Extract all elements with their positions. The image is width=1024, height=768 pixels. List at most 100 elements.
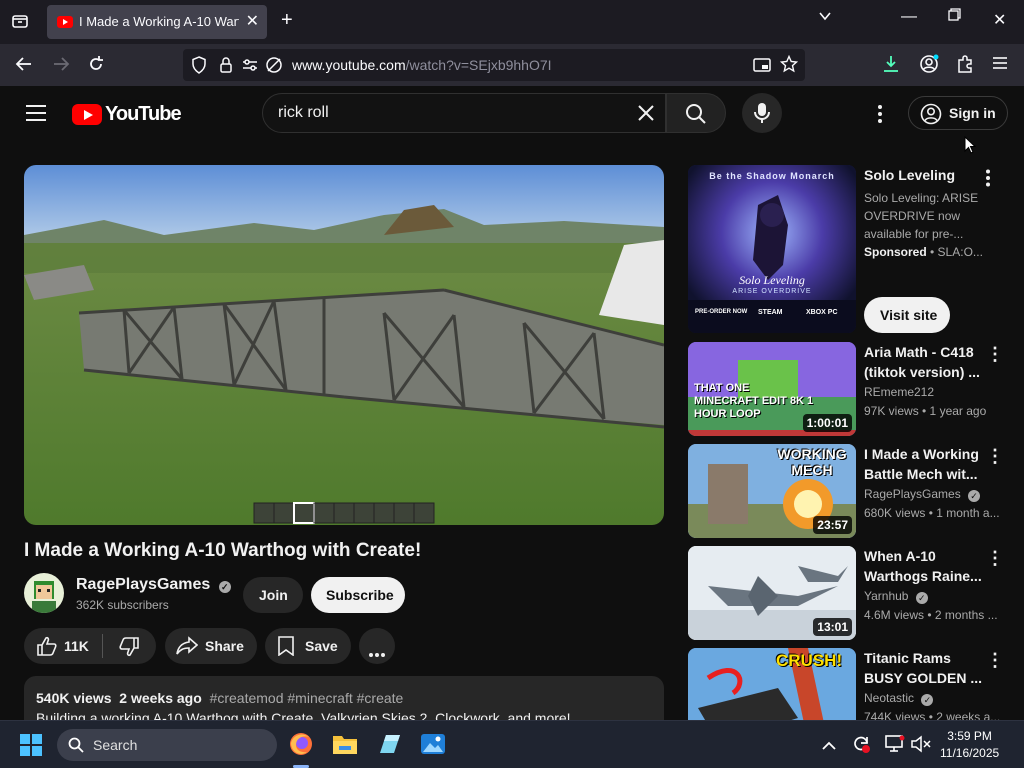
recommendation-title[interactable]: Aria Math - C418 (tiktok version) ... [864,342,984,382]
like-icon[interactable] [36,636,58,659]
list-all-tabs-icon[interactable] [817,8,833,29]
taskbar-search[interactable]: Search [57,729,277,761]
show-hidden-icons-icon[interactable] [822,738,836,756]
recommendation-kebab-icon[interactable]: ⋮ [986,548,1004,569]
channel-avatar[interactable] [24,573,64,613]
share-button[interactable]: Share [165,628,257,664]
volume-muted-icon[interactable] [911,735,931,758]
account-icon[interactable] [919,54,939,79]
recommendation-item[interactable]: 13:01 When A-10 Warthogs Raine... ⋮ Yarn… [688,546,1024,640]
verified-badge-icon: ✓ [915,592,928,604]
recommendation-channel-text: Neotastic [864,691,915,705]
more-actions-button[interactable] [359,628,395,664]
close-window-icon[interactable]: ✕ [993,10,1006,30]
guide-menu-icon[interactable] [26,104,46,127]
channel-name[interactable]: RagePlaysGames ✓ [76,576,231,594]
microphone-icon [754,102,770,129]
url-text[interactable]: www.youtube.com/watch?v=SEjxb9hhO7I [292,57,552,73]
recommendation-kebab-icon[interactable]: ⋮ [986,344,1004,365]
lock-icon[interactable] [219,56,233,79]
youtube-logo[interactable]: YouTube [72,103,182,125]
browser-nav-bar: www.youtube.com/watch?v=SEjxb9hhO7I [0,44,1024,86]
like-divider [102,634,103,658]
recommendation-channel[interactable]: RagePlaysGames ✓ [864,487,981,502]
sponsored-card[interactable]: Be the Shadow Monarch Solo Leveling ARIS… [688,165,1024,335]
clock-date: 11/16/2025 [940,746,1000,760]
extensions-icon[interactable] [955,54,975,79]
video-duration: 23:57 [813,516,852,534]
recommendation-kebab-icon[interactable]: ⋮ [986,446,1004,467]
sign-in-button[interactable]: Sign in [908,96,1008,130]
permissions-icon[interactable] [241,56,259,79]
recommendation-channel[interactable]: Neotastic ✓ [864,691,934,706]
picture-in-picture-icon[interactable] [753,56,771,79]
back-icon[interactable] [14,54,34,79]
sponsored-thumb-logo-line1: Solo Leveling [739,273,805,287]
like-count[interactable]: 11K [64,638,89,654]
hashtags[interactable]: #createmod #minecraft #create [210,690,404,706]
voice-search-button[interactable] [742,93,782,133]
recommendation-thumbnail[interactable]: CRUSH! [688,648,856,720]
share-label: Share [205,638,244,654]
address-bar[interactable]: www.youtube.com/watch?v=SEjxb9hhO7I [183,49,805,81]
recommendation-channel[interactable]: Yarnhub ✓ [864,589,928,604]
new-tab-icon[interactable]: + [281,9,293,32]
windows-start-icon[interactable] [20,734,42,761]
recommendation-item[interactable]: THAT ONE MINECRAFT EDIT 8K 1 HOUR LOOP 1… [688,342,1024,436]
recommendation-thumb-text: CRUSH! [776,651,843,670]
maximize-icon[interactable] [947,8,961,27]
recommendation-item[interactable]: CRUSH! Titanic Rams BUSY GOLDEN ... ⋮ Ne… [688,648,1024,720]
forward-icon[interactable] [51,54,71,79]
reload-icon[interactable] [86,54,106,79]
settings-kebab-icon[interactable] [877,104,883,129]
join-label: Join [259,587,288,603]
clear-search-icon[interactable] [637,104,655,127]
recommendation-channel[interactable]: REmeme212 [864,385,934,399]
photos-taskbar-icon[interactable] [420,732,446,761]
recommendation-kebab-icon[interactable]: ⋮ [986,650,1004,671]
bookmark-star-icon[interactable] [779,54,799,78]
sync-status-icon[interactable] [851,734,871,759]
display-icon[interactable] [885,735,905,758]
file-explorer-icon[interactable] [332,733,358,760]
save-button[interactable]: Save [265,628,351,664]
tab-close-icon[interactable]: ✕ [246,11,259,31]
app-menu-icon[interactable] [991,54,1009,77]
recommendation-thumbnail[interactable]: WORKING MECH 23:57 [688,444,856,538]
recommendation-title[interactable]: Titanic Rams BUSY GOLDEN ... [864,648,984,688]
recommendation-item[interactable]: WORKING MECH 23:57 I Made a Working Batt… [688,444,1024,538]
search-query: rick roll [278,104,329,121]
verified-badge-icon: ✓ [218,581,231,593]
recommendation-meta: 97K views • 1 year ago [864,404,987,418]
dislike-icon[interactable] [118,637,140,660]
app-taskbar-icon[interactable] [376,731,402,762]
more-horizontal-icon [369,644,385,660]
search-button[interactable] [666,93,726,133]
system-clock[interactable]: 3:59 PM 11/16/2025 [940,728,999,762]
sponsored-thumbnail[interactable]: Be the Shadow Monarch Solo Leveling ARIS… [688,165,856,333]
downloads-icon[interactable] [882,55,900,78]
firefox-taskbar-icon[interactable] [288,731,314,762]
browser-tab-active[interactable]: I Made a Working A-10 Warthog with Creat… [47,5,267,39]
minimize-icon[interactable]: — [901,8,917,26]
sponsored-title[interactable]: Solo Leveling [864,165,982,185]
autoplay-blocked-icon[interactable] [265,56,283,79]
shield-icon[interactable] [191,56,207,79]
sponsored-kebab-icon[interactable] [985,169,991,192]
sign-in-label: Sign in [949,105,996,121]
mouse-cursor-icon [964,135,977,159]
recommendation-thumbnail[interactable]: 13:01 [688,546,856,640]
video-duration: 1:00:01 [802,414,852,432]
subscribe-button[interactable]: Subscribe [311,577,405,613]
search-input[interactable]: rick roll [262,93,666,133]
sponsored-thumb-platform-3: XBOX PC [806,309,838,316]
tab-list-icon[interactable] [11,12,29,35]
join-button[interactable]: Join [243,577,303,613]
taskbar-search-label: Search [93,737,138,753]
video-player[interactable] [24,165,664,525]
recommendation-thumbnail[interactable]: THAT ONE MINECRAFT EDIT 8K 1 HOUR LOOP 1… [688,342,856,436]
recommendation-title[interactable]: When A-10 Warthogs Raine... [864,546,984,586]
visit-site-button[interactable]: Visit site [864,297,950,333]
recommendation-title[interactable]: I Made a Working Battle Mech wit... [864,444,984,484]
subscribe-label: Subscribe [326,587,394,603]
